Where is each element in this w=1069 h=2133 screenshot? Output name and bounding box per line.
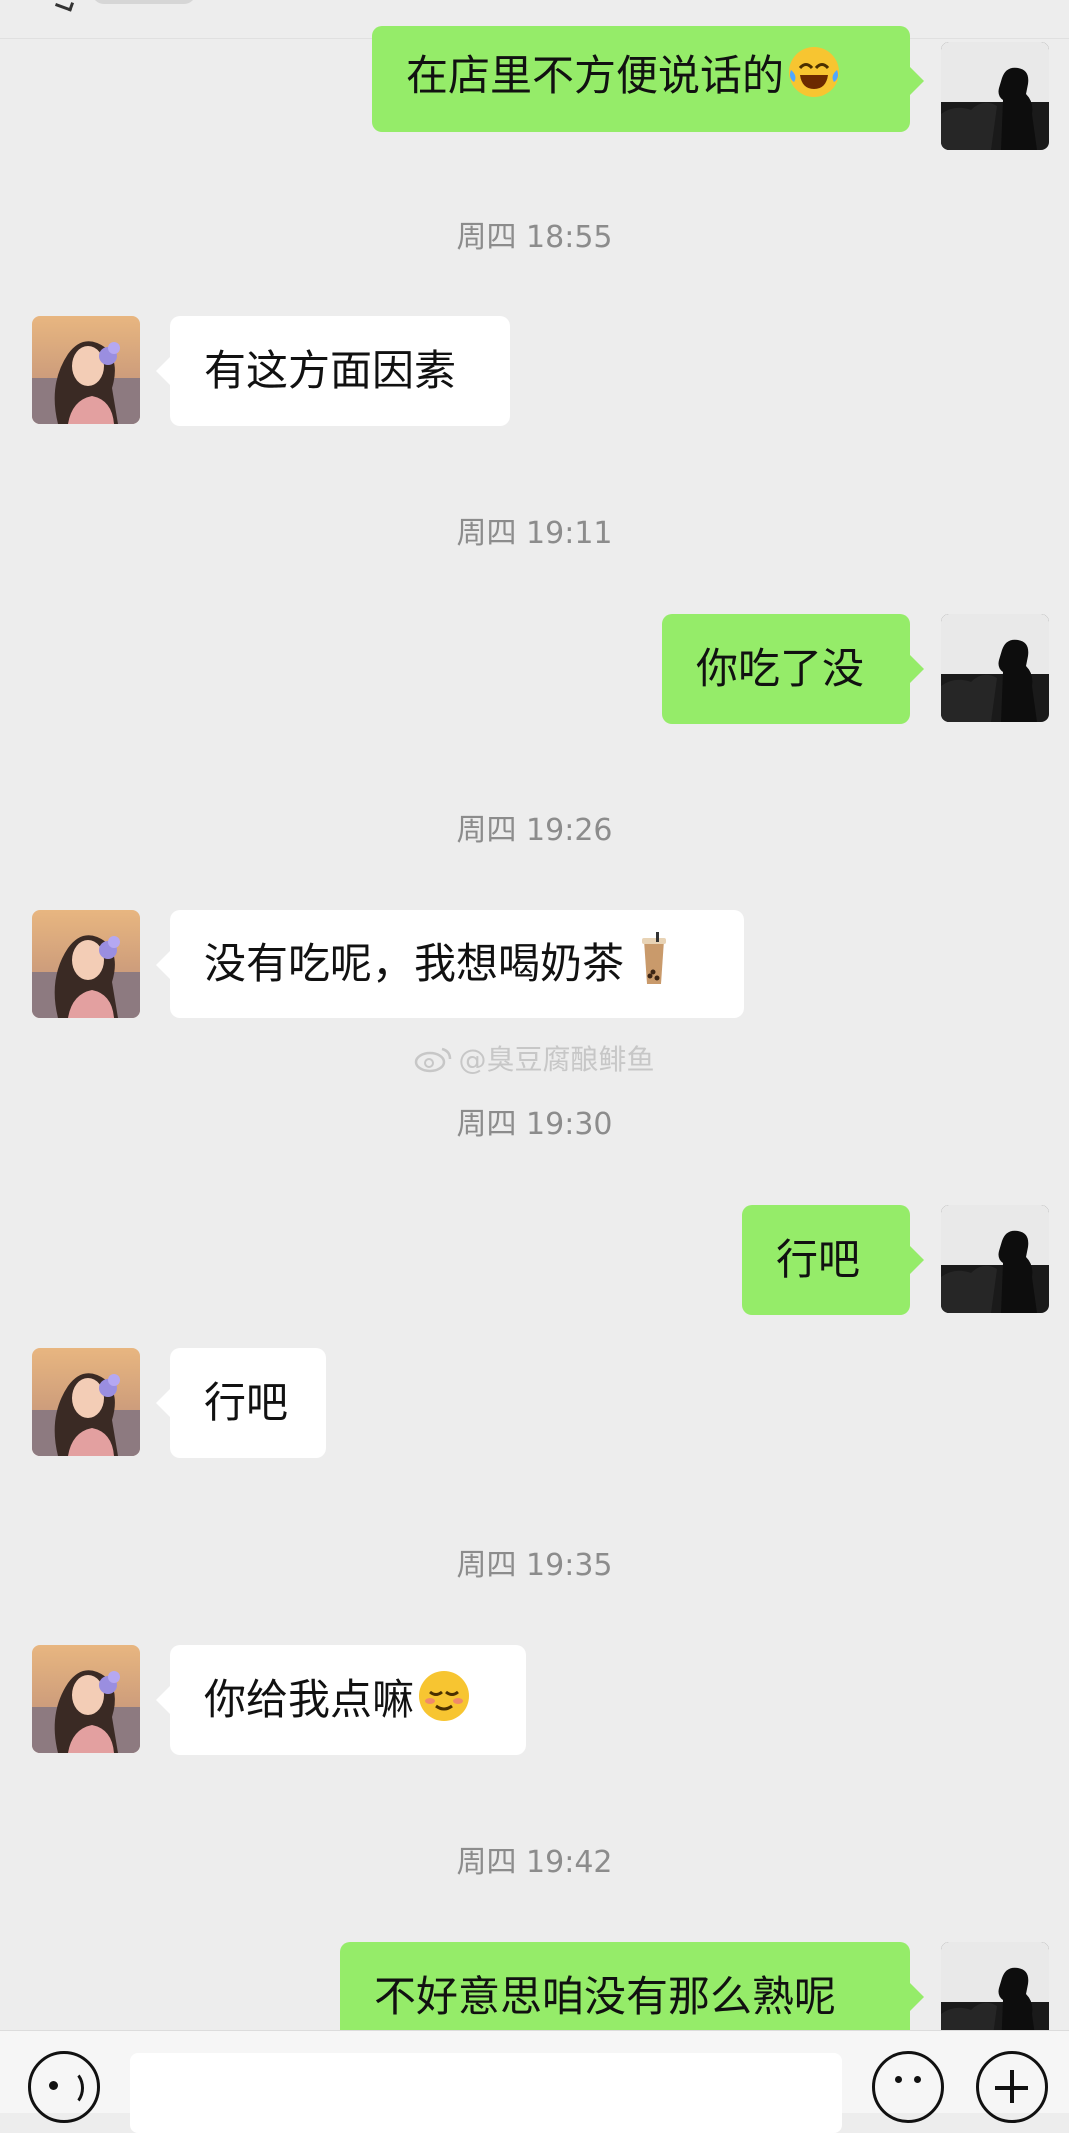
timestamp: 周四 19:42 xyxy=(456,1845,613,1880)
contact-avatar[interactable] xyxy=(32,910,140,1018)
input-bar xyxy=(0,2030,1069,2133)
timestamp: 周四 19:35 xyxy=(456,1548,613,1583)
message-bubble[interactable]: 你吃了没 xyxy=(662,614,924,724)
chat-area[interactable]: 在店里不方便说话的 周四 18:55 有这方面因素 周四 19:11 你吃了没 … xyxy=(0,0,1069,2030)
timestamp: 周四 19:11 xyxy=(456,516,613,551)
watermark: @臭豆腐酿鲱鱼 xyxy=(0,1038,1069,1078)
contact-avatar[interactable] xyxy=(32,1645,140,1753)
my-avatar[interactable] xyxy=(941,1942,1049,2030)
back-icon[interactable] xyxy=(54,0,75,12)
message-text: 行吧 xyxy=(776,1235,861,1284)
my-avatar[interactable] xyxy=(941,614,1049,722)
message-text: 在店里不方便说话的 xyxy=(406,51,785,100)
message-bubble[interactable]: 有这方面因素 xyxy=(156,316,510,426)
timestamp: 周四 18:55 xyxy=(456,220,613,255)
timestamp: 周四 19:26 xyxy=(456,813,613,848)
timestamp: 周四 19:30 xyxy=(456,1107,613,1142)
watermark-text: @臭豆腐酿鲱鱼 xyxy=(458,1043,655,1076)
message-bubble[interactable]: 没有吃呢，我想喝奶茶 xyxy=(156,910,744,1018)
my-avatar[interactable] xyxy=(941,1205,1049,1313)
message-bubble[interactable]: 在店里不方便说话的 xyxy=(372,26,924,132)
header-pill xyxy=(92,0,196,4)
contact-avatar[interactable] xyxy=(32,316,140,424)
my-avatar[interactable] xyxy=(941,42,1049,150)
smug-smile-emoji-icon xyxy=(419,1671,470,1721)
message-bubble[interactable]: 行吧 xyxy=(156,1348,326,1458)
message-text: 你吃了没 xyxy=(696,644,865,693)
voice-icon[interactable] xyxy=(28,2051,100,2123)
plus-icon[interactable] xyxy=(976,2051,1048,2123)
message-text: 不好意思咱没有那么熟呢 xyxy=(374,1972,837,2021)
message-bubble[interactable]: 你给我点嘛 xyxy=(156,1645,526,1755)
emoji-icon[interactable] xyxy=(872,2051,944,2123)
message-text: 没有吃呢，我想喝奶茶 xyxy=(204,939,625,988)
contact-avatar[interactable] xyxy=(32,1348,140,1456)
bubble-tea-emoji-icon xyxy=(642,932,667,984)
laughing-tears-emoji-icon xyxy=(789,47,840,97)
message-text: 行吧 xyxy=(204,1378,289,1427)
message-bubble[interactable]: 不好意思咱没有那么熟呢 xyxy=(340,1942,924,2030)
message-input[interactable] xyxy=(130,2053,842,2133)
message-text: 有这方面因素 xyxy=(204,346,457,395)
message-bubble[interactable]: 行吧 xyxy=(742,1205,924,1315)
message-text: 你给我点嘛 xyxy=(204,1675,415,1724)
weibo-logo-icon xyxy=(415,1047,452,1073)
